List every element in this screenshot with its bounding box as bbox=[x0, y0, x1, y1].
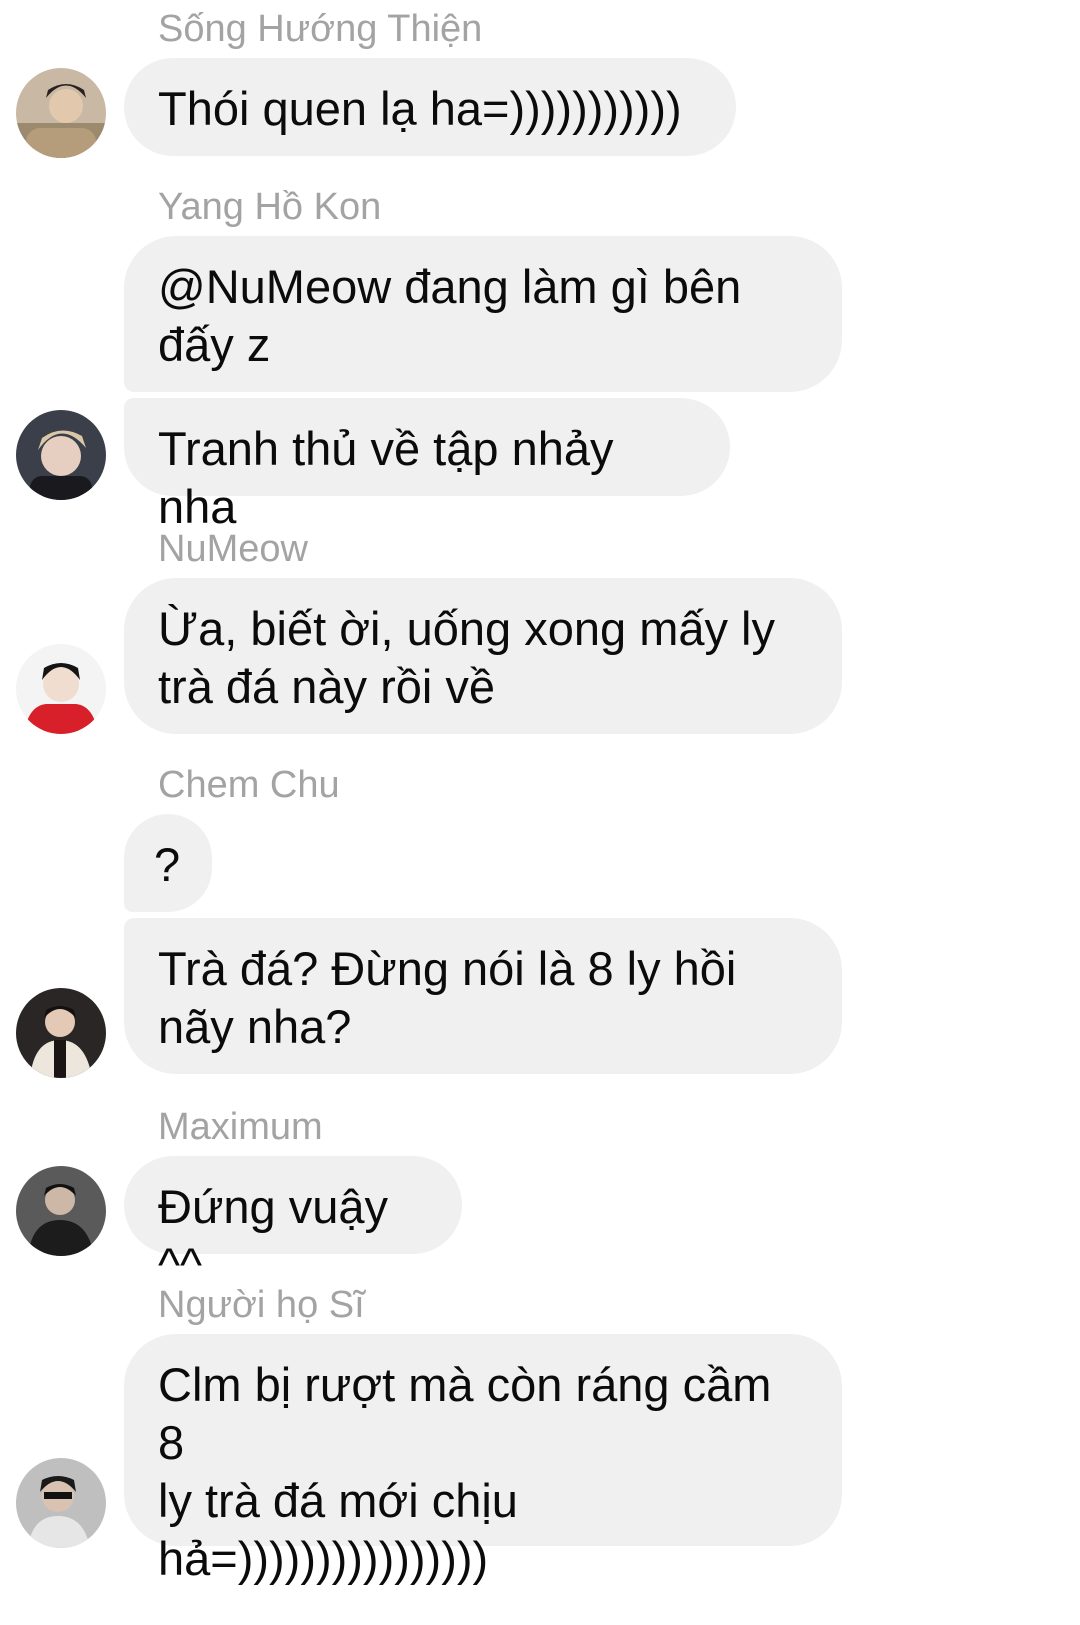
sender-name: Chem Chu bbox=[158, 764, 340, 806]
avatar[interactable] bbox=[16, 68, 106, 158]
message-bubble[interactable]: Ừa, biết ời, uống xong mấy ly trà đá này… bbox=[124, 578, 842, 734]
avatar[interactable] bbox=[16, 410, 106, 500]
message-bubble[interactable]: Trà đá? Đừng nói là 8 ly hồi nãy nha? bbox=[124, 918, 842, 1074]
message-bubble[interactable]: Clm bị rượt mà còn ráng cầm 8 ly trà đá … bbox=[124, 1334, 842, 1585]
user-avatar-icon bbox=[16, 1166, 106, 1256]
sender-name: NuMeow bbox=[158, 528, 308, 570]
user-avatar-icon bbox=[16, 68, 106, 158]
avatar[interactable] bbox=[16, 644, 106, 734]
sender-name: Yang Hồ Kon bbox=[158, 186, 382, 228]
chat-thread: Sống Hướng Thiện Thói quen lạ ha=)))))))… bbox=[0, 0, 1080, 1625]
user-avatar-icon bbox=[16, 644, 106, 734]
message-bubble[interactable]: ? bbox=[124, 814, 212, 912]
user-avatar-icon bbox=[16, 1458, 106, 1548]
message-bubble[interactable]: @NuMeow đang làm gì bên đấy z bbox=[124, 236, 842, 392]
avatar[interactable] bbox=[16, 1166, 106, 1256]
sender-name: Người họ Sĩ bbox=[158, 1284, 365, 1326]
avatar[interactable] bbox=[16, 1458, 106, 1548]
message-bubble[interactable]: Thói quen lạ ha=))))))))))) bbox=[124, 58, 736, 156]
user-avatar-icon bbox=[16, 410, 106, 500]
avatar[interactable] bbox=[16, 988, 106, 1078]
sender-name: Sống Hướng Thiện bbox=[158, 8, 483, 50]
message-bubble[interactable]: Tranh thủ về tập nhảy nha bbox=[124, 398, 730, 533]
user-avatar-icon bbox=[16, 988, 106, 1078]
sender-name: Maximum bbox=[158, 1106, 323, 1148]
message-bubble[interactable]: Đứng vuậy ^^ bbox=[124, 1156, 462, 1291]
